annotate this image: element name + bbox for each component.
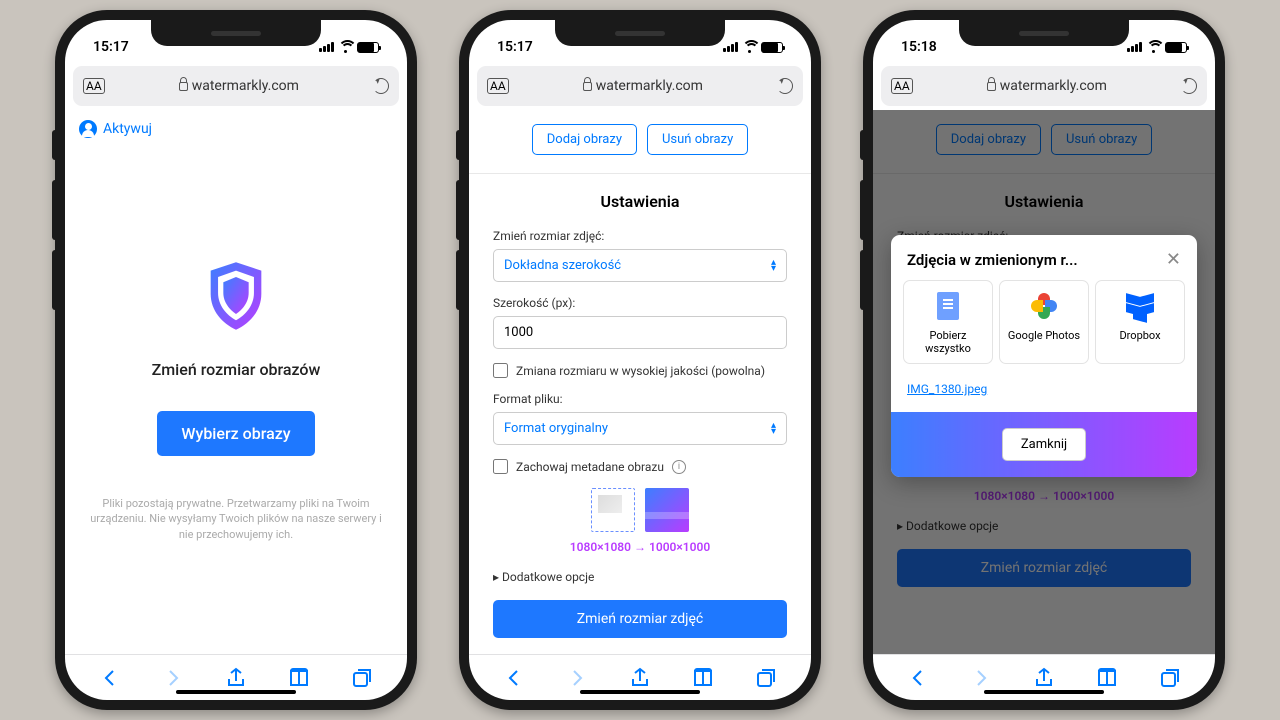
google-photos-label: Google Photos [1008, 329, 1080, 342]
battery-icon [357, 42, 379, 53]
format-select[interactable]: Format oryginalny ▴▾ [493, 412, 787, 445]
metadata-label: Zachowaj metadane obrazu [516, 460, 664, 474]
size-preview [493, 488, 787, 532]
back-icon[interactable] [906, 666, 930, 690]
reload-icon[interactable] [1181, 78, 1197, 94]
resize-submit-button[interactable]: Zmień rozmiar zdjęć [493, 600, 787, 638]
share-icon[interactable] [224, 666, 248, 690]
wifi-icon [742, 42, 757, 53]
home-indicator[interactable] [984, 690, 1104, 694]
resize-mode-value: Dokładna szerokość [504, 258, 621, 273]
back-icon[interactable] [502, 666, 526, 690]
wifi-icon [1146, 42, 1161, 53]
tabs-icon[interactable] [1158, 666, 1182, 690]
back-icon[interactable] [98, 666, 122, 690]
add-images-button[interactable]: Dodaj obrazy [532, 124, 637, 155]
modal-title: Zdjęcia w zmienionym r... [907, 251, 1078, 269]
reader-icon[interactable]: AA [83, 78, 105, 94]
hq-checkbox[interactable] [493, 363, 508, 378]
tabs-icon[interactable] [350, 666, 374, 690]
reload-icon[interactable] [777, 78, 793, 94]
user-icon [79, 120, 97, 138]
url-text: watermarkly.com [192, 78, 299, 94]
wifi-icon [338, 42, 353, 53]
cellular-icon [723, 42, 738, 52]
dropbox-label: Dropbox [1119, 329, 1160, 342]
address-bar[interactable]: AA watermarkly.com [477, 66, 803, 106]
phone-3: 15:18 AA watermarkly.com Dodaj obrazy Us… [863, 10, 1225, 710]
choose-images-button[interactable]: Wybierz obrazy [157, 411, 314, 456]
more-options-toggle[interactable]: ▸ Dodatkowe opcje [493, 570, 787, 584]
chevron-updown-icon: ▴▾ [771, 423, 776, 435]
hq-checkbox-row[interactable]: Zmiana rozmiaru w wysokiej jakości (powo… [493, 363, 787, 378]
width-label: Szerokość (px): [493, 296, 787, 310]
privacy-note: Pliki pozostają prywatne. Przetwarzamy p… [65, 496, 407, 542]
reader-icon[interactable]: AA [487, 78, 509, 94]
shield-icon [202, 258, 270, 334]
dropbox-option[interactable]: Dropbox [1095, 280, 1185, 364]
download-all-label: Pobierz wszystko [908, 329, 988, 355]
url-text: watermarkly.com [1000, 78, 1107, 94]
preview-resized-icon [645, 488, 689, 532]
download-all-option[interactable]: Pobierz wszystko [903, 280, 993, 364]
remove-images-button[interactable]: Usuń obrazy [647, 124, 748, 155]
info-icon[interactable]: i [672, 460, 686, 474]
google-photos-icon [1031, 293, 1057, 319]
document-icon [937, 292, 959, 320]
battery-icon [1165, 42, 1187, 53]
forward-icon[interactable] [969, 666, 993, 690]
address-bar[interactable]: AA watermarkly.com [73, 66, 399, 106]
download-modal: Zdjęcia w zmienionym r... ✕ Pobierz wszy… [891, 235, 1197, 477]
width-input[interactable] [493, 316, 787, 349]
status-time: 15:17 [93, 39, 129, 55]
chevron-updown-icon: ▴▾ [771, 260, 776, 272]
forward-icon[interactable] [565, 666, 589, 690]
status-time: 15:17 [497, 39, 533, 55]
status-time: 15:18 [901, 39, 937, 55]
reader-icon[interactable]: AA [891, 78, 913, 94]
bookmarks-icon[interactable] [287, 666, 311, 690]
google-photos-option[interactable]: Google Photos [999, 280, 1089, 364]
lock-icon [987, 82, 996, 91]
cellular-icon [1127, 42, 1142, 52]
reload-icon[interactable] [373, 78, 389, 94]
bookmarks-icon[interactable] [1095, 666, 1119, 690]
page-heading: Zmień rozmiar obrazów [152, 360, 321, 379]
cellular-icon [319, 42, 334, 52]
resize-mode-select[interactable]: Dokładna szerokość ▴▾ [493, 249, 787, 282]
settings-title: Ustawienia [493, 192, 787, 211]
close-icon[interactable]: ✕ [1166, 249, 1181, 270]
share-icon[interactable] [1032, 666, 1056, 690]
activate-label: Aktywuj [103, 121, 152, 137]
modal-close-button[interactable]: Zamknij [1002, 428, 1086, 461]
hq-label: Zmiana rozmiaru w wysokiej jakości (powo… [516, 364, 765, 378]
url-text: watermarkly.com [596, 78, 703, 94]
metadata-checkbox-row[interactable]: Zachowaj metadane obrazu i [493, 459, 787, 474]
address-bar[interactable]: AA watermarkly.com [881, 66, 1207, 106]
tabs-icon[interactable] [754, 666, 778, 690]
resize-label: Zmień rozmiar zdjęć: [493, 229, 787, 243]
bookmarks-icon[interactable] [691, 666, 715, 690]
home-indicator[interactable] [580, 690, 700, 694]
activate-link[interactable]: Aktywuj [65, 110, 407, 148]
phone-2: 15:17 AA watermarkly.com Dodaj obrazy Us… [459, 10, 821, 710]
forward-icon[interactable] [161, 666, 185, 690]
lock-icon [583, 82, 592, 91]
home-indicator[interactable] [176, 690, 296, 694]
dimensions-text: 1080×1080 → 1000×1000 [493, 540, 787, 554]
battery-icon [761, 42, 783, 53]
metadata-checkbox[interactable] [493, 459, 508, 474]
format-value: Format oryginalny [504, 421, 608, 436]
format-label: Format pliku: [493, 392, 787, 406]
preview-original-icon [591, 488, 635, 532]
phone-1: 15:17 AA watermarkly.com Aktywuj [55, 10, 417, 710]
share-icon[interactable] [628, 666, 652, 690]
lock-icon [179, 82, 188, 91]
file-link[interactable]: IMG_1380.jpeg [907, 382, 987, 396]
dropbox-icon [1125, 293, 1155, 319]
